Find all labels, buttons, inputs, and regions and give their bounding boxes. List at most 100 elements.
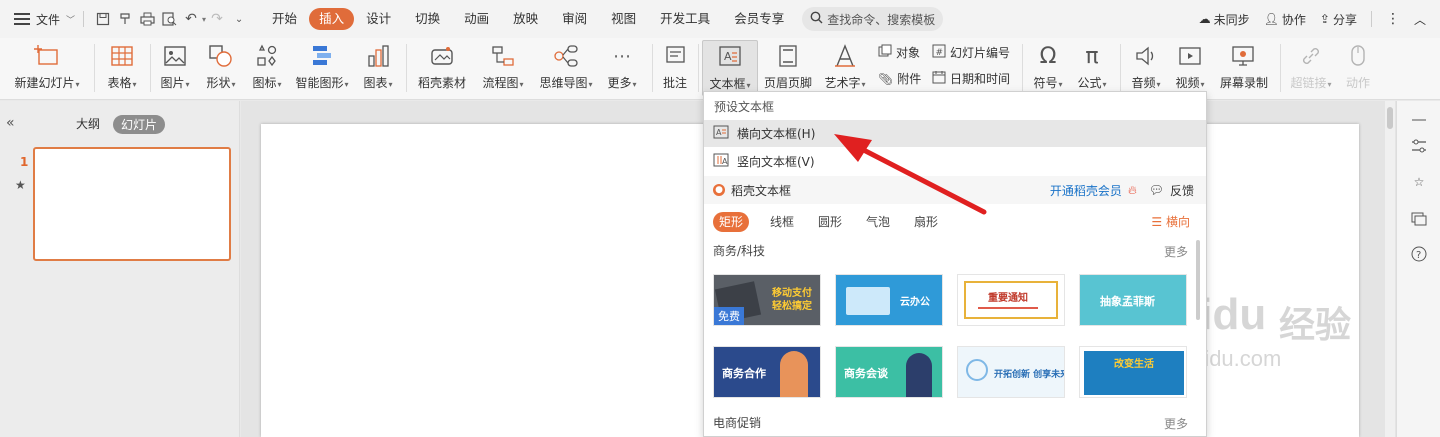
- animation-star-icon[interactable]: ☆: [1410, 173, 1428, 191]
- more-link-2[interactable]: 更多: [1164, 415, 1188, 432]
- picture-label: 图片: [160, 76, 185, 90]
- svg-text:?: ?: [1416, 250, 1421, 261]
- customize-toolbar-icon[interactable]: ⌄: [228, 8, 250, 30]
- more-button[interactable]: ⋯ 更多▾: [602, 40, 642, 96]
- save-icon[interactable]: [92, 8, 114, 30]
- properties-icon[interactable]: [1410, 137, 1428, 155]
- smartart-button[interactable]: 智能图形▾: [292, 40, 352, 96]
- tab-slideshow[interactable]: 放映: [501, 8, 550, 30]
- template-mobile-pay[interactable]: 移动支付 轻松搞定 免费: [713, 274, 821, 326]
- new-slide-icon: [33, 42, 61, 70]
- tab-view[interactable]: 视图: [599, 8, 648, 30]
- slide-number-button[interactable]: # 幻灯片编号: [932, 44, 1010, 61]
- screen-record-button[interactable]: 屏幕录制: [1216, 40, 1272, 96]
- action-button[interactable]: 动作: [1340, 40, 1376, 96]
- template-memphis[interactable]: 抽象孟菲斯: [1079, 274, 1187, 326]
- tab-animations[interactable]: 动画: [452, 8, 501, 30]
- audio-button[interactable]: 音频▾: [1126, 40, 1166, 96]
- pi-icon: π: [1085, 43, 1099, 69]
- speaker-icon: [1132, 42, 1160, 70]
- action-label: 动作: [1345, 76, 1370, 90]
- header-footer-label: 页眉页脚: [763, 76, 812, 90]
- file-menu[interactable]: 文件 ﹀: [0, 11, 75, 28]
- transition-icon[interactable]: [1410, 209, 1428, 227]
- attachment-button[interactable]: 📎︎ 附件: [878, 70, 921, 87]
- table-button[interactable]: 表格▾: [100, 40, 144, 96]
- object-button[interactable]: 对象: [878, 44, 920, 61]
- template-cloud-office[interactable]: 云办公: [835, 274, 943, 326]
- undo-icon[interactable]: ↶: [180, 8, 202, 30]
- pill-outline[interactable]: 线框: [770, 212, 794, 232]
- icon-library-label: 图标: [252, 76, 277, 90]
- collab-button[interactable]: 👤︎ 协作: [1264, 11, 1306, 28]
- comment-button[interactable]: 批注: [658, 40, 692, 96]
- pill-circle[interactable]: 圆形: [818, 212, 842, 232]
- textbox-button[interactable]: A 文本框▾: [702, 40, 758, 96]
- symbol-button[interactable]: Ω 符号▾: [1028, 40, 1068, 96]
- mindmap-button[interactable]: 思维导图▾: [536, 40, 596, 96]
- template-business-coop[interactable]: 商务合作: [713, 346, 821, 398]
- template-business-talk[interactable]: 商务会谈: [835, 346, 943, 398]
- template-change-life[interactable]: 改变生活: [1079, 346, 1187, 398]
- new-slide-button[interactable]: 新建幻灯片▾: [8, 40, 86, 96]
- material-button[interactable]: 稻壳素材: [414, 40, 470, 96]
- tab-outline[interactable]: 大纲: [76, 115, 100, 132]
- omega-icon: Ω: [1039, 43, 1057, 69]
- more-options-icon[interactable]: ⋮: [1386, 11, 1400, 27]
- template-notice[interactable]: 重要通知: [957, 274, 1065, 326]
- tab-insert[interactable]: 插入: [309, 8, 355, 30]
- hyperlink-label: 超链接: [1290, 76, 1327, 90]
- vertical-textbox-item[interactable]: A 竖向文本框(V): [704, 148, 1206, 175]
- chart-button[interactable]: 图表▾: [358, 40, 398, 96]
- command-search[interactable]: 查找命令、搜索模板: [802, 7, 944, 31]
- pill-bubble[interactable]: 气泡: [866, 212, 890, 232]
- tab-slides[interactable]: 幻灯片: [113, 115, 166, 134]
- wordart-button[interactable]: 艺术字▾: [820, 40, 870, 96]
- slide-thumbnail[interactable]: [33, 147, 231, 261]
- template-innovation[interactable]: 开拓创新 创享未来: [957, 346, 1065, 398]
- smartart-label: 智能图形: [295, 76, 344, 90]
- collapse-ribbon-icon[interactable]: ︿: [1414, 11, 1426, 28]
- redo-icon[interactable]: ↷: [206, 8, 228, 30]
- share-button[interactable]: ⇪ 分享: [1320, 11, 1357, 28]
- vertical-scrollbar[interactable]: [1385, 101, 1395, 437]
- picture-button[interactable]: 图片▾: [154, 40, 196, 96]
- dropdown-scrollbar[interactable]: [1196, 240, 1200, 320]
- formula-button[interactable]: π 公式▾: [1072, 40, 1112, 96]
- cloud-icon: ☁: [1198, 12, 1211, 26]
- flowchart-button[interactable]: 流程图▾: [478, 40, 528, 96]
- datetime-button[interactable]: 日期和时间: [932, 70, 1010, 87]
- horizontal-textbox-item[interactable]: A 横向文本框(H): [704, 120, 1206, 147]
- collapse-sidebar-icon[interactable]: [1410, 111, 1428, 129]
- tab-transitions[interactable]: 切换: [403, 8, 452, 30]
- pill-rectangle[interactable]: 矩形: [713, 212, 750, 232]
- orientation-toggle[interactable]: ☰ 横向: [1151, 212, 1190, 232]
- format-painter-icon[interactable]: [114, 8, 136, 30]
- feedback-link[interactable]: 反馈: [1170, 182, 1194, 199]
- video-button[interactable]: 视频▾: [1170, 40, 1210, 96]
- list-icon: ☰: [1151, 215, 1166, 229]
- print-icon[interactable]: [136, 8, 158, 30]
- print-preview-icon[interactable]: [158, 8, 180, 30]
- collapse-panel-icon[interactable]: «: [6, 115, 15, 131]
- vip-link[interactable]: 开通稻壳会员: [1050, 182, 1122, 199]
- header-footer-button[interactable]: 页眉页脚: [762, 40, 814, 96]
- tab-home[interactable]: 开始: [260, 8, 309, 30]
- comment-label: 批注: [662, 76, 687, 90]
- more-link-1[interactable]: 更多: [1164, 243, 1188, 260]
- calendar-icon: [932, 70, 946, 87]
- tab-review[interactable]: 审阅: [550, 8, 599, 30]
- hyperlink-button[interactable]: 超链接▾: [1286, 40, 1336, 96]
- tab-member[interactable]: 会员专享: [722, 8, 796, 30]
- template-title: 移动支付 轻松搞定: [772, 288, 812, 312]
- icon-library-button[interactable]: 图标▾: [246, 40, 288, 96]
- object-icon: [878, 44, 892, 61]
- sync-button[interactable]: ☁ 未同步: [1199, 11, 1250, 28]
- docer-flame-icon: ●: [713, 184, 725, 196]
- pill-fan[interactable]: 扇形: [914, 212, 938, 232]
- shape-button[interactable]: 形状▾: [200, 40, 242, 96]
- scrollbar-thumb[interactable]: [1387, 107, 1393, 129]
- help-icon[interactable]: ?: [1410, 245, 1428, 263]
- tab-design[interactable]: 设计: [354, 8, 403, 30]
- tab-developer[interactable]: 开发工具: [648, 8, 722, 30]
